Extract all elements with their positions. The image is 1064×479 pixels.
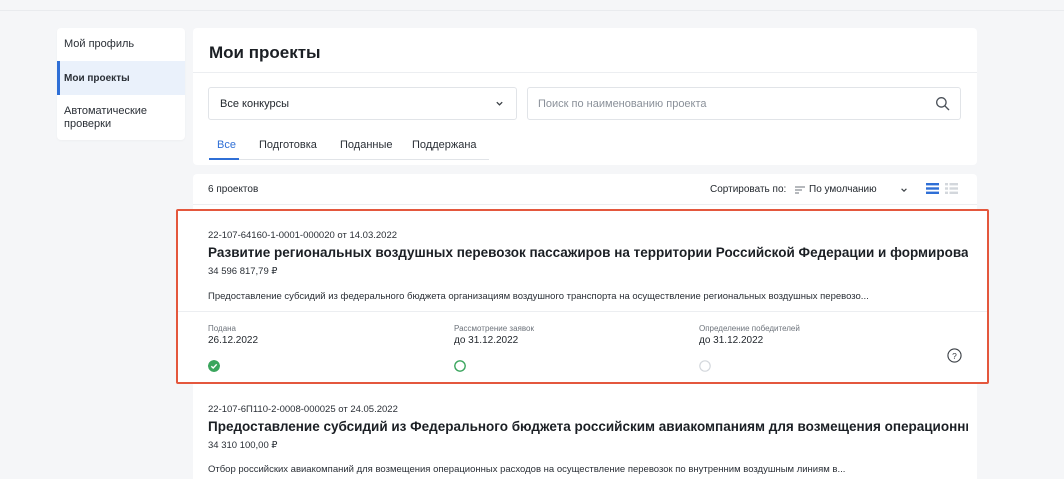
top-divider <box>0 10 1064 11</box>
svg-text:?: ? <box>952 351 957 361</box>
sort-label: Сортировать по: <box>710 184 787 195</box>
tab-supported[interactable]: Поддержана <box>412 139 477 151</box>
project-id: 22-107-6П110-2-0008-000025 от 24.05.2022 <box>208 404 398 415</box>
projects-header: Мои проекты Все конкурсы Все Подготовка … <box>193 28 977 165</box>
list-view-icon[interactable] <box>926 183 939 194</box>
stage-date: до 31.12.2022 <box>699 335 764 346</box>
active-tab-indicator <box>209 158 239 160</box>
search-input[interactable] <box>538 94 918 114</box>
status-tabs: Все Подготовка Поданные Поддержана <box>209 136 489 160</box>
project-sum: 34 310 100,00 ₽ <box>208 440 278 451</box>
sidebar-item-profile[interactable]: Мой профиль <box>57 28 185 61</box>
contest-select-value: Все конкурсы <box>220 98 289 110</box>
sidebar-item-auto-checks[interactable]: Автоматические проверки <box>57 95 185 140</box>
contest-select[interactable]: Все конкурсы <box>208 87 517 120</box>
tab-submitted[interactable]: Поданные <box>340 139 393 151</box>
stage-label: Подана <box>208 324 237 333</box>
project-title[interactable]: Предоставление субсидий из Федерального … <box>208 419 968 434</box>
project-card-highlighted[interactable]: 22-107-64160-1-0001-000020 от 14.03.2022… <box>176 209 989 384</box>
grid-view-icon[interactable] <box>945 183 958 194</box>
stage-date: до 31.12.2022 <box>454 335 519 346</box>
sort-icon <box>795 186 805 194</box>
search-field <box>527 87 961 120</box>
help-icon[interactable]: ? <box>947 348 962 363</box>
stage-label: Определение победителей <box>699 324 800 333</box>
check-circle-icon <box>208 360 220 372</box>
project-description: Отбор российских авиакомпаний для возмещ… <box>208 464 846 475</box>
project-id: 22-107-64160-1-0001-000020 от 14.03.2022 <box>208 230 398 241</box>
header-divider <box>193 72 977 73</box>
project-card[interactable]: 22-107-6П110-2-0008-000025 от 24.05.2022… <box>193 396 977 479</box>
sidebar: Мой профиль Мои проекты Автоматические п… <box>57 28 185 140</box>
stage-date: 26.12.2022 <box>208 335 259 346</box>
list-toolbar: 6 проектов Сортировать по: По умолчанию <box>193 174 977 205</box>
stages-divider <box>178 311 987 312</box>
tab-all[interactable]: Все <box>217 139 236 151</box>
chevron-down-icon <box>496 101 503 106</box>
current-stage-icon <box>454 360 466 372</box>
sidebar-item-label: Мой профиль <box>64 38 135 50</box>
project-description: Предоставление субсидий из федерального … <box>208 291 869 302</box>
stage-label: Рассмотрение заявок <box>454 324 534 333</box>
project-title[interactable]: Развитие региональных воздушных перевозо… <box>208 245 968 260</box>
pending-stage-icon <box>699 360 711 372</box>
page-title: Мои проекты <box>209 43 321 62</box>
project-sum: 34 596 817,79 ₽ <box>208 266 278 277</box>
sidebar-item-projects[interactable]: Мои проекты <box>57 61 185 95</box>
sort-select[interactable]: По умолчанию <box>809 184 877 195</box>
sidebar-item-label: Автоматические проверки <box>64 105 148 130</box>
chevron-down-icon[interactable] <box>900 186 908 194</box>
search-icon[interactable] <box>935 96 950 111</box>
tab-preparation[interactable]: Подготовка <box>259 139 317 151</box>
sidebar-item-label: Мои проекты <box>64 73 130 84</box>
projects-count: 6 проектов <box>208 184 259 195</box>
